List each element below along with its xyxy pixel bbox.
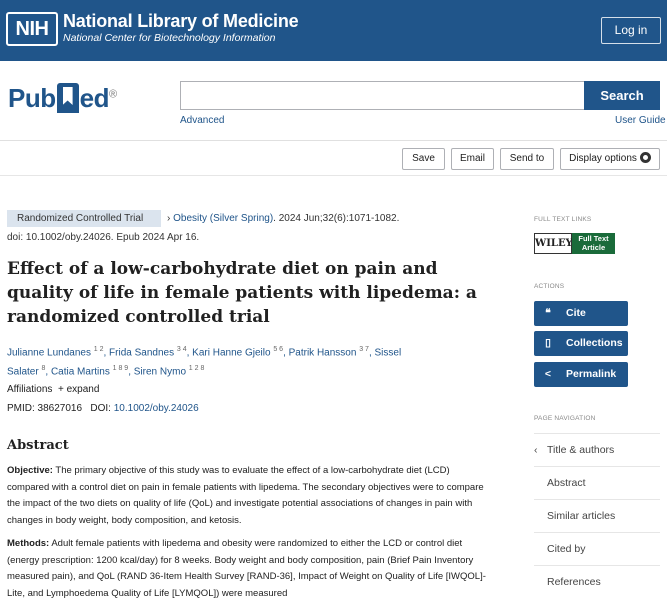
author-affil-sup[interactable]: 3 7 xyxy=(359,346,369,353)
author-affil-sup[interactable]: 1 2 8 xyxy=(189,365,205,372)
pubmed-logo-ed: ed xyxy=(79,83,110,113)
article-ids: PMID: 38627016 DOI: 10.1002/oby.24026 xyxy=(7,403,199,414)
nih-logo[interactable]: NIH xyxy=(6,12,58,46)
objective-label: Objective: xyxy=(7,465,53,476)
search-button[interactable]: Search xyxy=(584,81,660,110)
full-text-article-label: Full Text Article xyxy=(572,233,615,254)
nav-label: Title & authors xyxy=(547,444,615,456)
display-options-label: Display options xyxy=(569,153,637,164)
abstract-objective: Objective: The primary objective of this… xyxy=(7,463,487,529)
bookmark-icon: ▯ xyxy=(545,337,551,349)
author-link[interactable]: Patrik Hansson xyxy=(289,347,357,358)
objective-text: The primary objective of this study was … xyxy=(7,465,484,526)
author-affil-sup[interactable]: 1 2 xyxy=(94,346,104,353)
doi-label: DOI: xyxy=(90,403,111,414)
full-text-links-heading: FULL TEXT LINKS xyxy=(534,216,592,223)
collections-label: Collections xyxy=(566,337,623,349)
nav-cited-by[interactable]: Cited by xyxy=(534,532,660,565)
pubmed-logo-pub: Pub xyxy=(8,83,56,113)
collections-button[interactable]: ▯ Collections xyxy=(534,331,628,356)
save-button[interactable]: Save xyxy=(402,148,445,170)
cite-label: Cite xyxy=(566,307,586,319)
doi-link[interactable]: 10.1002/oby.24026 xyxy=(114,403,199,414)
author-link[interactable]: Siren Nymo xyxy=(134,367,186,378)
nav-references[interactable]: References xyxy=(534,565,660,598)
plus-icon: + xyxy=(57,384,64,395)
nih-banner: NIH National Library of Medicine Nationa… xyxy=(0,0,667,61)
doi-epub-line: doi: 10.1002/oby.24026. Epub 2024 Apr 16… xyxy=(7,232,200,243)
search-input[interactable] xyxy=(180,81,584,110)
registered-mark: ® xyxy=(108,88,117,101)
advanced-search-link[interactable]: Advanced xyxy=(180,115,224,126)
quote-icon: ❝ xyxy=(545,307,551,319)
actions-heading: ACTIONS xyxy=(534,283,565,290)
cite-button[interactable]: ❝ Cite xyxy=(534,301,628,326)
author-affil-sup[interactable]: 3 4 xyxy=(177,346,187,353)
journal-citation: › Obesity (Silver Spring). 2024 Jun;32(6… xyxy=(167,210,399,227)
ncbi-subtitle: National Center for Biotechnology Inform… xyxy=(63,32,276,44)
article-title: Effect of a low-carbohydrate diet on pai… xyxy=(7,259,477,327)
chevron-right-icon: › xyxy=(167,213,171,224)
abstract-heading: Abstract xyxy=(7,438,69,453)
nlm-title[interactable]: National Library of Medicine xyxy=(63,11,299,32)
author-link[interactable]: Catia Martins xyxy=(51,367,110,378)
user-guide-link[interactable]: User Guide xyxy=(615,115,666,126)
page-navigation-heading: PAGE NAVIGATION xyxy=(534,415,596,422)
email-button[interactable]: Email xyxy=(451,148,494,170)
nav-similar-articles[interactable]: Similar articles xyxy=(534,499,660,532)
bookmark-icon xyxy=(56,83,79,113)
abstract-methods: Methods: Adult female patients with lipe… xyxy=(7,536,487,602)
author-affil-sup[interactable]: 1 8 9 xyxy=(113,365,129,372)
share-icon: < xyxy=(544,368,552,380)
display-options-button[interactable]: Display options xyxy=(560,148,660,170)
nav-abstract[interactable]: Abstract xyxy=(534,466,660,499)
journal-link[interactable]: Obesity (Silver Spring) xyxy=(173,213,273,224)
action-bar: Save Email Send to Display options xyxy=(0,141,667,176)
citation-text: . 2024 Jun;32(6):1071-1082. xyxy=(273,213,400,224)
wiley-logo: WILEY xyxy=(534,233,573,254)
author-link[interactable]: Kari Hanne Gjeilo xyxy=(192,347,270,358)
author-list: Julianne Lundanes 1 2, Frida Sandnes 3 4… xyxy=(7,346,402,378)
article-type-badge[interactable]: Randomized Controlled Trial xyxy=(7,210,161,227)
nav-title-authors[interactable]: ‹ Title & authors xyxy=(534,433,660,466)
pmid: PMID: 38627016 xyxy=(7,403,83,414)
methods-text: Adult female patients with lipedema and … xyxy=(7,538,486,599)
permalink-button[interactable]: < Permalink xyxy=(534,362,628,387)
expand-label[interactable]: expand xyxy=(67,384,100,395)
permalink-label: Permalink xyxy=(566,368,617,380)
author-link[interactable]: Frida Sandnes xyxy=(109,347,174,358)
affiliations-row[interactable]: Affiliations + expand xyxy=(7,384,99,395)
send-to-button[interactable]: Send to xyxy=(500,148,554,170)
login-button[interactable]: Log in xyxy=(601,17,661,44)
author-affil-sup[interactable]: 8 xyxy=(41,365,45,372)
wiley-full-text-link[interactable]: WILEY Full Text Article xyxy=(534,233,615,254)
methods-label: Methods: xyxy=(7,538,50,549)
author-affil-sup[interactable]: 5 6 xyxy=(273,346,283,353)
chevron-left-icon: ‹ xyxy=(534,444,538,456)
affiliations-label: Affiliations xyxy=(7,384,53,395)
pubmed-search-bar: Pub ed® Search Advanced User Guide xyxy=(0,61,667,141)
gear-icon xyxy=(639,152,651,163)
author-link[interactable]: Julianne Lundanes xyxy=(7,347,91,358)
pubmed-logo[interactable]: Pub ed® xyxy=(8,83,117,114)
